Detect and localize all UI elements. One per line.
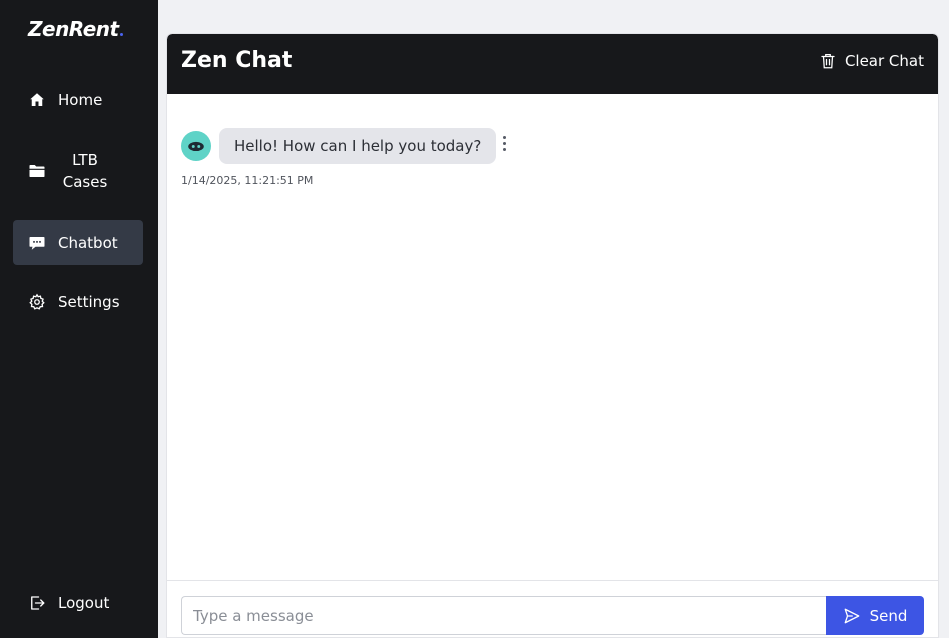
sidebar-item-chatbot[interactable]: Chatbot (13, 220, 143, 265)
more-options-icon[interactable] (503, 135, 507, 151)
chat-bubble-icon (28, 234, 46, 252)
folder-icon (28, 162, 46, 180)
send-button[interactable]: Send (826, 596, 924, 635)
message-composer: Send (167, 580, 938, 637)
gear-icon (28, 293, 46, 311)
message-bubble: Hello! How can I help you today? (219, 128, 497, 164)
trash-icon (819, 52, 837, 70)
sidebar-item-label: Logout (58, 594, 110, 612)
message-list[interactable]: Hello! How can I help you today? 1/14/20… (167, 94, 938, 581)
brand-dot (119, 33, 123, 36)
clear-chat-button[interactable]: Clear Chat (819, 52, 924, 70)
bot-avatar (181, 131, 211, 161)
sidebar-item-home[interactable]: Home (13, 84, 143, 116)
message-timestamp: 1/14/2025, 11:21:51 PM (181, 174, 314, 187)
sidebar-item-label: Home (58, 91, 103, 109)
sidebar: ZenRent Home LTB Cases Chatbot Settings … (0, 0, 158, 638)
sidebar-item-label: LTB Cases (62, 151, 108, 191)
sidebar-item-settings[interactable]: Settings (13, 286, 143, 318)
chat-header: Zen Chat Clear Chat (167, 34, 938, 94)
logout-icon (28, 594, 46, 612)
clear-chat-label: Clear Chat (844, 52, 924, 70)
sidebar-item-label: Settings (58, 293, 120, 311)
sidebar-item-label: Chatbot (58, 233, 118, 252)
send-label: Send (869, 606, 908, 625)
message-input[interactable] (181, 596, 827, 635)
robot-icon (188, 141, 204, 152)
brand-name: ZenRent (28, 17, 119, 41)
home-icon (28, 91, 46, 109)
sidebar-item-logout[interactable]: Logout (13, 587, 143, 619)
brand-logo[interactable]: ZenRent (28, 17, 123, 41)
page-title: Zen Chat (181, 48, 293, 73)
chat-panel: Zen Chat Clear Chat Hello! How can I hel… (166, 33, 939, 638)
sidebar-item-ltb-cases[interactable]: LTB Cases (13, 148, 143, 194)
message-item: Hello! How can I help you today? (181, 128, 507, 164)
send-icon (843, 607, 861, 625)
